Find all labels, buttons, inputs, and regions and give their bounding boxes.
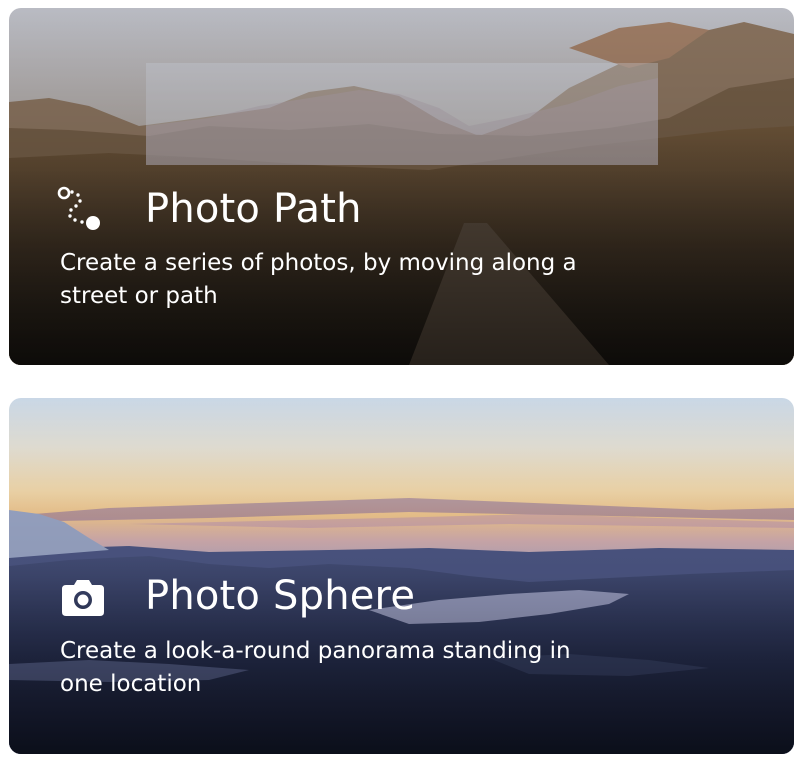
- photo-path-title: Photo Path: [145, 186, 362, 232]
- photo-path-card[interactable]: Photo Path Create a series of photos, by…: [9, 8, 794, 365]
- photo-path-icon: [57, 186, 100, 230]
- camera-icon: [62, 580, 104, 616]
- photo-sphere-description: Create a look-a-round panorama standing …: [60, 638, 571, 697]
- photo-sphere-card[interactable]: Photo Sphere Create a look-a-round panor…: [9, 398, 794, 754]
- photo-sphere-title: Photo Sphere: [145, 573, 416, 619]
- photo-path-description: Create a series of photos, by moving alo…: [60, 250, 577, 309]
